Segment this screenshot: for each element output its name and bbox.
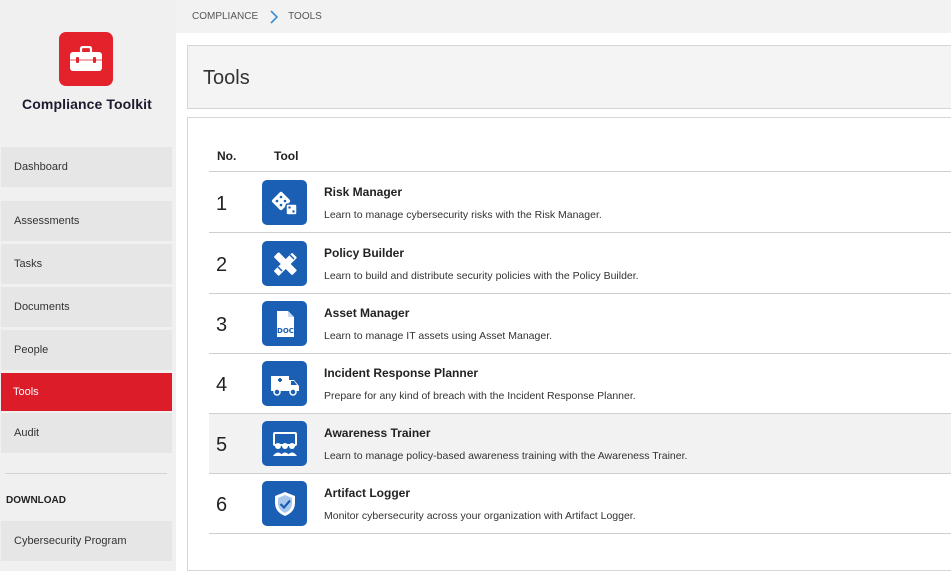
main-content: Tools No. Tool 1 Risk Manager Learn to m…: [176, 33, 951, 571]
sidebar-item-assessments[interactable]: Assessments: [1, 201, 172, 241]
table-row[interactable]: 2 Policy Builder Learn to build and dist…: [209, 234, 951, 294]
download-section-label: DOWNLOAD: [6, 495, 66, 506]
table-row[interactable]: 5 Awareness Trainer Learn to manage poli…: [209, 414, 951, 474]
tool-name[interactable]: Asset Manager: [324, 306, 409, 320]
sidebar-item-tools[interactable]: Tools: [1, 373, 172, 411]
row-number: 6: [216, 494, 228, 516]
row-number: 3: [216, 314, 228, 336]
sidebar-item-tasks[interactable]: Tasks: [1, 244, 172, 284]
sidebar-item-dashboard[interactable]: Dashboard: [1, 147, 172, 187]
download-item-cybersecurity-program[interactable]: Cybersecurity Program: [1, 521, 172, 561]
app-title: Compliance Toolkit: [22, 96, 152, 112]
breadcrumb-tools: TOOLS: [288, 11, 322, 22]
tool-description: Learn to manage IT assets using Asset Ma…: [324, 330, 553, 342]
row-number: 5: [216, 434, 228, 456]
breadcrumb: COMPLIANCE TOOLS: [176, 0, 951, 33]
doc-file-icon[interactable]: DOC: [262, 301, 307, 346]
row-number: 4: [216, 374, 228, 396]
sidebar-item-documents[interactable]: Documents: [1, 287, 172, 327]
tool-description: Learn to build and distribute security p…: [324, 270, 639, 282]
tool-name[interactable]: Artifact Logger: [324, 486, 410, 500]
table-row[interactable]: 6 Artifact Logger Monitor cybersecurity …: [209, 474, 951, 534]
table-row[interactable]: 1 Risk Manager Learn to manage cybersecu…: [209, 173, 951, 233]
tool-description: Monitor cybersecurity across your organi…: [324, 510, 636, 522]
row-number: 1: [216, 193, 228, 215]
tool-description: Learn to manage cybersecurity risks with…: [324, 209, 602, 221]
ambulance-icon[interactable]: [262, 361, 307, 406]
table-row[interactable]: 3 DOC Asset Manager Learn to manage IT a…: [209, 294, 951, 354]
page-title: Tools: [203, 67, 250, 89]
shield-check-icon[interactable]: [262, 481, 307, 526]
tool-name[interactable]: Policy Builder: [324, 246, 404, 260]
group-training-icon[interactable]: [262, 421, 307, 466]
tool-description: Prepare for any kind of breach with the …: [324, 390, 636, 402]
svg-text:DOC: DOC: [277, 327, 294, 335]
tools-panel: No. Tool 1 Risk Manager Learn to manage …: [187, 117, 951, 571]
chevron-right-icon: [270, 9, 279, 24]
tool-description: Learn to manage policy-based awareness t…: [324, 450, 688, 462]
dice-icon[interactable]: [262, 180, 307, 225]
row-number: 2: [216, 254, 228, 276]
table-row[interactable]: 4 Incident Response Planner Prepare for …: [209, 354, 951, 414]
column-header-no: No.: [217, 149, 237, 163]
sidebar: Compliance Toolkit Dashboard Assessments…: [0, 0, 176, 571]
column-header-tool: Tool: [274, 149, 299, 163]
pencil-ruler-icon[interactable]: [262, 241, 307, 286]
tool-name[interactable]: Risk Manager: [324, 185, 402, 199]
sidebar-divider: [5, 473, 167, 474]
toolbox-logo-icon: [59, 32, 113, 86]
sidebar-item-audit[interactable]: Audit: [1, 413, 172, 453]
tool-name[interactable]: Awareness Trainer: [324, 426, 431, 440]
table-header: No. Tool: [209, 147, 951, 172]
tool-name[interactable]: Incident Response Planner: [324, 366, 478, 380]
breadcrumb-compliance[interactable]: COMPLIANCE: [192, 11, 258, 22]
sidebar-item-people[interactable]: People: [1, 330, 172, 370]
page-header: Tools: [187, 45, 951, 109]
